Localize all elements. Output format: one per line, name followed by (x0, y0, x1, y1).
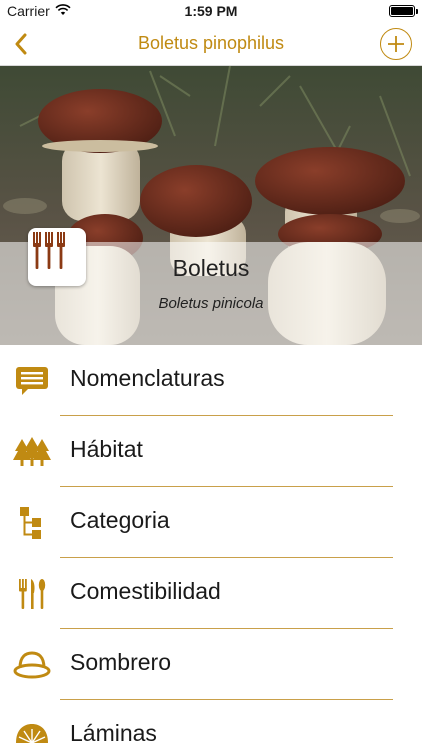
menu-item-nomenclaturas[interactable]: Nomenclaturas (0, 345, 422, 416)
genus-title: Boletus (172, 255, 250, 281)
back-button[interactable] (6, 28, 36, 60)
menu-item-laminas[interactable]: Láminas (0, 700, 422, 750)
gills-icon (12, 719, 52, 750)
page-title: Boletus pinophilus (137, 33, 285, 53)
battery-icon (389, 5, 415, 17)
add-button[interactable] (380, 28, 412, 60)
speech-bubble-icon (12, 364, 52, 398)
plus-icon (388, 36, 404, 52)
hierarchy-icon (12, 506, 52, 540)
menu-item-comestibilidad[interactable]: Comestibilidad (0, 558, 422, 629)
trees-icon (12, 435, 52, 469)
species-subtitle: Boletus pinicola (158, 295, 264, 312)
detail-menu-list: Nomenclaturas Hábitat Categoria Comestib… (0, 345, 422, 750)
menu-item-categoria[interactable]: Categoria (0, 487, 422, 558)
cutlery-icon (12, 577, 52, 611)
menu-item-label: Categoria (70, 507, 170, 533)
status-time: 1:59 PM (184, 3, 238, 19)
menu-item-label: Nomenclaturas (70, 365, 225, 391)
menu-item-label: Sombrero (70, 649, 171, 675)
menu-item-label: Láminas (70, 720, 157, 746)
menu-item-label: Hábitat (70, 436, 143, 462)
chevron-left-icon (15, 33, 27, 55)
navigation-bar: Boletus pinophilus (0, 22, 422, 66)
menu-item-label: Comestibilidad (70, 578, 221, 604)
menu-item-sombrero[interactable]: Sombrero (0, 629, 422, 700)
menu-item-habitat[interactable]: Hábitat (0, 416, 422, 487)
hero-image: Boletus Boletus pinicola (0, 66, 422, 345)
status-bar: Carrier 1:59 PM (0, 0, 422, 22)
mushroom-cap-icon (12, 648, 52, 682)
